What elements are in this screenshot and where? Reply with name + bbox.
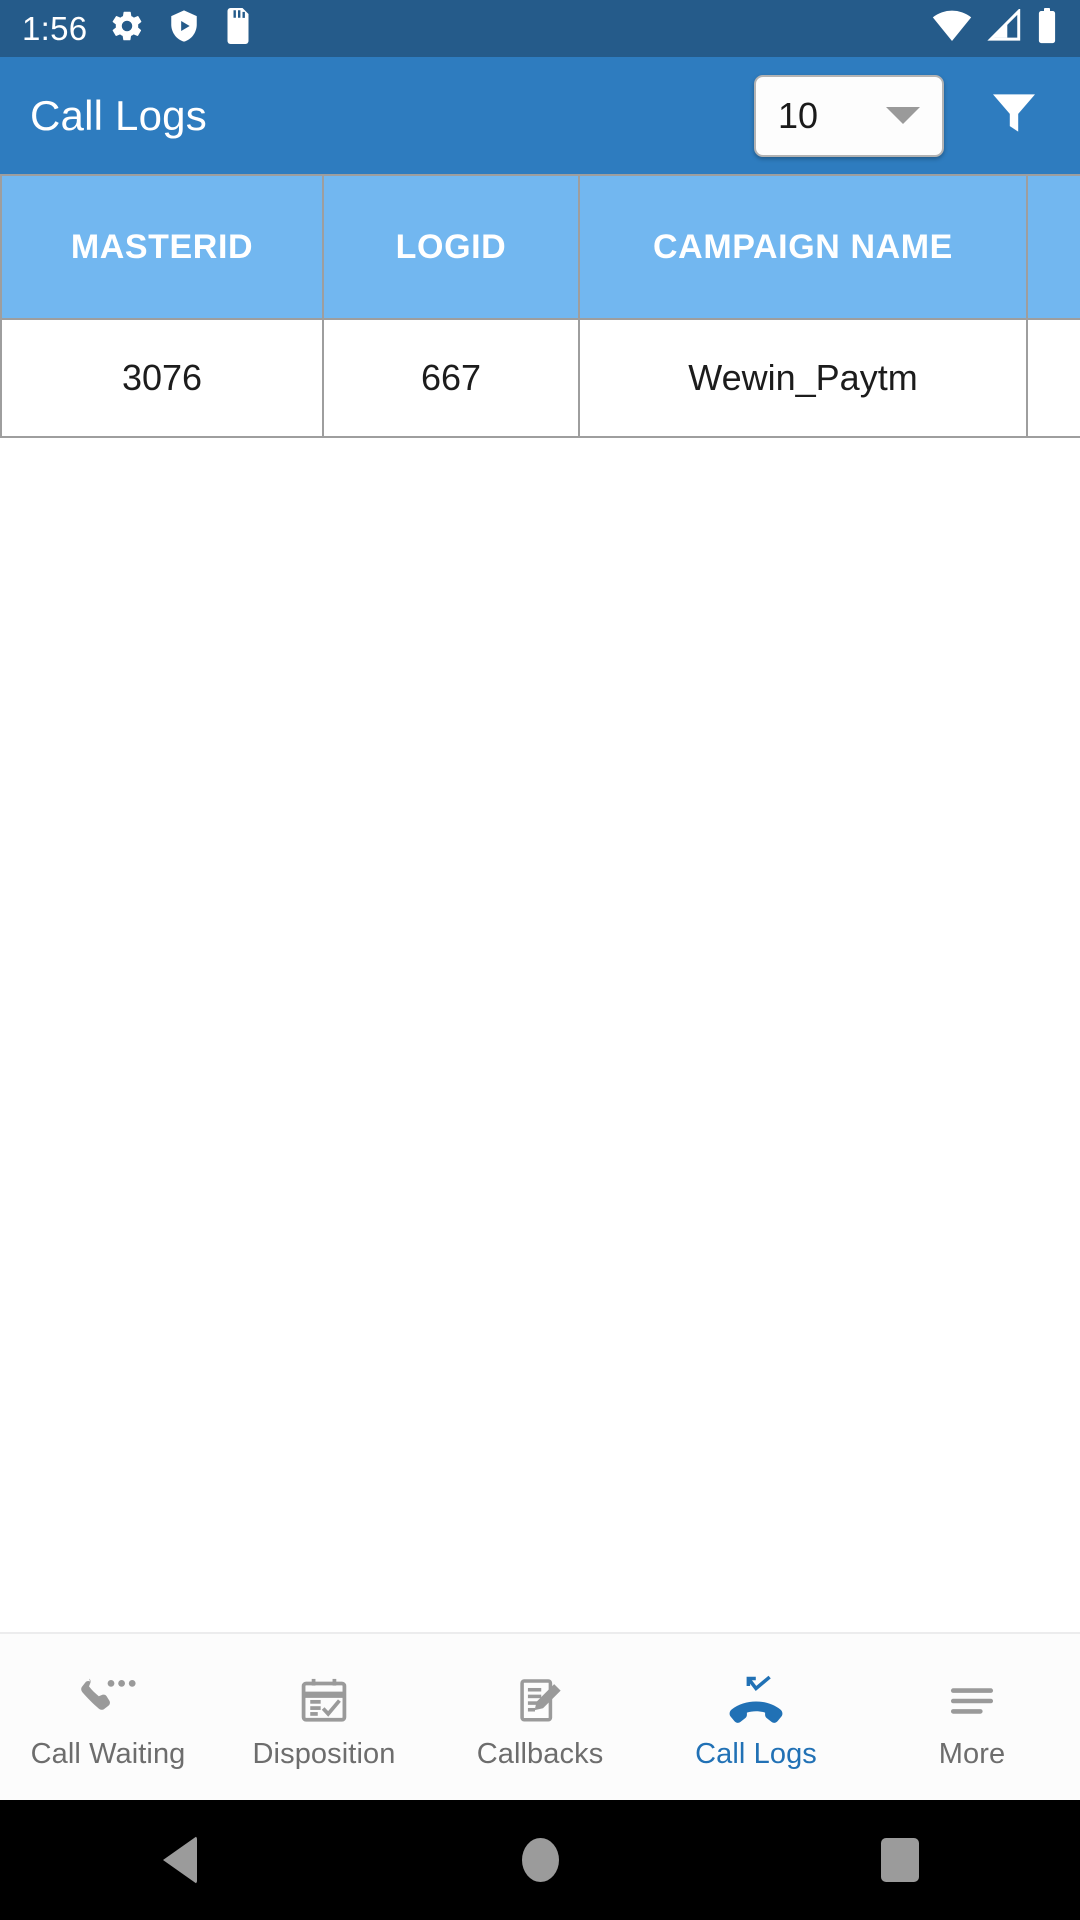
bottom-navigation-bar: Call Waiting Disposition Callbacks Call … bbox=[0, 1632, 1080, 1800]
recents-button[interactable] bbox=[720, 1838, 1080, 1882]
column-header-campaign-name[interactable]: CAMPAIGN NAME bbox=[578, 174, 1028, 320]
call-missed-icon bbox=[725, 1664, 787, 1726]
nav-item-callbacks[interactable]: Callbacks bbox=[432, 1634, 648, 1800]
app-bar: Call Logs 10 bbox=[0, 57, 1080, 174]
filter-button[interactable] bbox=[978, 80, 1050, 152]
wifi-icon bbox=[932, 9, 972, 48]
nav-item-call-waiting[interactable]: Call Waiting bbox=[0, 1634, 216, 1800]
table-row[interactable]: 3076 667 Wewin_Paytm bbox=[0, 318, 1080, 438]
table-body: 3076 667 Wewin_Paytm bbox=[0, 318, 1080, 438]
call-waiting-icon bbox=[78, 1664, 138, 1726]
recents-square-icon bbox=[881, 1838, 919, 1882]
play-protect-shield-icon bbox=[167, 8, 201, 49]
page-title: Call Logs bbox=[30, 91, 207, 139]
cell-campaign-name: Wewin_Paytm bbox=[578, 318, 1028, 438]
filter-funnel-icon bbox=[986, 85, 1042, 146]
column-header-masterid[interactable]: MASTERID bbox=[0, 174, 324, 320]
column-header-logid[interactable]: LOGID bbox=[322, 174, 580, 320]
status-bar-clock: 1:56 bbox=[22, 9, 88, 47]
page-size-dropdown[interactable]: 10 bbox=[754, 74, 944, 157]
chevron-down-icon bbox=[886, 107, 920, 124]
status-bar-left: 1:56 bbox=[22, 8, 253, 49]
column-header-extra[interactable] bbox=[1026, 174, 1080, 320]
battery-icon bbox=[1036, 8, 1058, 49]
nav-item-disposition[interactable]: Disposition bbox=[216, 1634, 432, 1800]
calendar-check-icon bbox=[298, 1664, 350, 1726]
page-size-value: 10 bbox=[778, 94, 819, 136]
nav-label-call-logs: Call Logs bbox=[695, 1737, 817, 1770]
status-bar: 1:56 bbox=[0, 0, 1080, 57]
cell-masterid: 3076 bbox=[0, 318, 324, 438]
back-button[interactable] bbox=[0, 1836, 360, 1884]
cell-logid: 667 bbox=[322, 318, 580, 438]
document-edit-icon bbox=[514, 1664, 566, 1726]
call-logs-table-container[interactable]: MASTERID LOGID CAMPAIGN NAME 3076 667 We… bbox=[0, 174, 1080, 438]
sd-card-icon bbox=[223, 8, 253, 49]
cellular-signal-icon bbox=[986, 7, 1022, 48]
table-header-row: MASTERID LOGID CAMPAIGN NAME bbox=[0, 174, 1080, 320]
cell-extra bbox=[1026, 318, 1080, 438]
back-triangle-icon bbox=[163, 1836, 197, 1884]
nav-label-callbacks: Callbacks bbox=[476, 1737, 604, 1770]
status-bar-right bbox=[932, 7, 1058, 49]
nav-label-call-waiting: Call Waiting bbox=[30, 1737, 186, 1770]
app-bar-actions: 10 bbox=[754, 74, 1050, 157]
table-header: MASTERID LOGID CAMPAIGN NAME bbox=[0, 174, 1080, 320]
phone-screen: 1:56 Call Logs 10 MASTERID LOGID CAMPAIG… bbox=[0, 0, 1080, 1920]
nav-label-disposition: Disposition bbox=[252, 1737, 396, 1770]
home-button[interactable] bbox=[360, 1838, 720, 1882]
empty-content-area bbox=[0, 466, 1080, 1632]
gear-icon bbox=[109, 8, 145, 49]
home-circle-icon bbox=[521, 1838, 559, 1882]
nav-item-call-logs[interactable]: Call Logs bbox=[648, 1634, 864, 1800]
nav-label-more: More bbox=[938, 1737, 1006, 1770]
android-system-navigation bbox=[0, 1800, 1080, 1920]
hamburger-list-icon bbox=[945, 1664, 999, 1726]
call-logs-table: MASTERID LOGID CAMPAIGN NAME 3076 667 We… bbox=[0, 174, 1080, 438]
nav-item-more[interactable]: More bbox=[864, 1634, 1080, 1800]
